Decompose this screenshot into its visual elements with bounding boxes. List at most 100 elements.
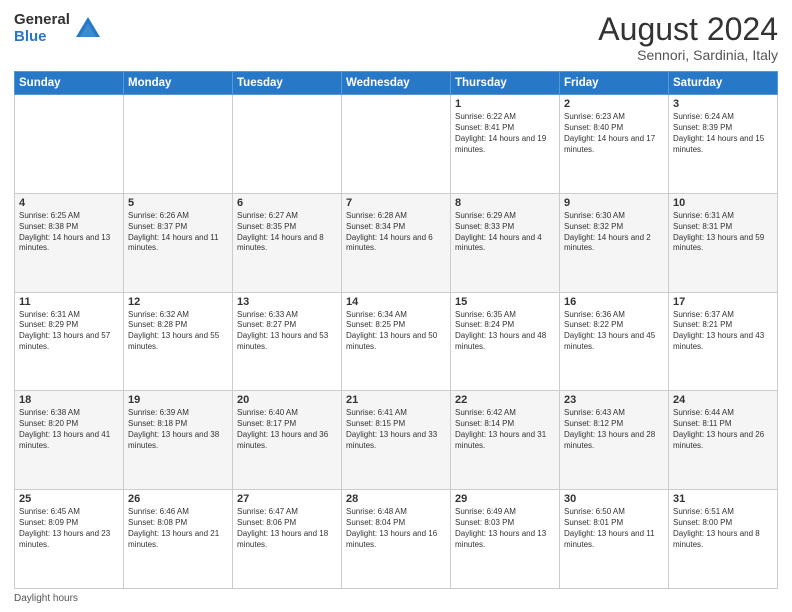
day-number: 21 [346, 394, 446, 406]
calendar-header-row: SundayMondayTuesdayWednesdayThursdayFrid… [15, 72, 778, 95]
calendar-cell: 15Sunrise: 6:35 AM Sunset: 8:24 PM Dayli… [451, 292, 560, 391]
calendar-header-tuesday: Tuesday [233, 72, 342, 95]
title-block: August 2024 Sennori, Sardinia, Italy [598, 12, 778, 63]
calendar-week-row: 18Sunrise: 6:38 AM Sunset: 8:20 PM Dayli… [15, 391, 778, 490]
day-number: 20 [237, 394, 337, 406]
day-info: Sunrise: 6:29 AM Sunset: 8:33 PM Dayligh… [455, 211, 555, 254]
day-number: 28 [346, 493, 446, 505]
header: General Blue August 2024 Sennori, Sardin… [14, 12, 778, 63]
day-number: 22 [455, 394, 555, 406]
calendar-cell: 17 Sunrise: 6:37 AM Sunset: 8:21 PM Dayli… [669, 292, 778, 391]
day-info: Sunrise: 6:39 AM Sunset: 8:18 PM Dayligh… [128, 408, 228, 451]
day-number: 27 [237, 493, 337, 505]
day-number: 31 [673, 493, 773, 505]
calendar-cell: 1 Sunrise: 6:22 AM Sunset: 8:41 PM Daylig… [451, 95, 560, 194]
calendar-cell: 25 Sunrise: 6:45 AM Sunset: 8:09 PM Dayli… [15, 490, 124, 589]
calendar-cell: 16 Sunrise: 6:36 AM Sunset: 8:22 PM Dayli… [560, 292, 669, 391]
calendar-cell: 4Sunrise: 6:25 AM Sunset: 8:38 PM Daylig… [15, 193, 124, 292]
logo-general: General [14, 12, 70, 29]
page: General Blue August 2024 Sennori, Sardin… [0, 0, 792, 612]
calendar-cell: 3 Sunrise: 6:24 AM Sunset: 8:39 PM Daylig… [669, 95, 778, 194]
day-number: 2 [564, 98, 664, 110]
calendar-header-thursday: Thursday [451, 72, 560, 95]
logo-blue: Blue [14, 29, 70, 46]
day-info: Sunrise: 6:37 AM Sunset: 8:21 PM Dayligh… [673, 310, 773, 353]
calendar-cell: 21Sunrise: 6:41 AM Sunset: 8:15 PM Dayli… [342, 391, 451, 490]
day-number: 14 [346, 296, 446, 308]
calendar-cell [342, 95, 451, 194]
day-number: 3 [673, 98, 773, 110]
calendar-cell: 24 Sunrise: 6:44 AM Sunset: 8:11 PM Dayli… [669, 391, 778, 490]
day-info: Sunrise: 6:47 AM Sunset: 8:06 PM Dayligh… [237, 507, 337, 550]
calendar-cell: 30 Sunrise: 6:50 AM Sunset: 8:01 PM Dayli… [560, 490, 669, 589]
day-info: Sunrise: 6:35 AM Sunset: 8:24 PM Dayligh… [455, 310, 555, 353]
day-info: Sunrise: 6:49 AM Sunset: 8:03 PM Dayligh… [455, 507, 555, 550]
calendar-cell: 2Sunrise: 6:23 AM Sunset: 8:40 PM Daylig… [560, 95, 669, 194]
day-info: Sunrise: 6:25 AM Sunset: 8:38 PM Dayligh… [19, 211, 119, 254]
calendar-cell: 19 Sunrise: 6:39 AM Sunset: 8:18 PM Dayli… [124, 391, 233, 490]
day-info: Sunrise: 6:27 AM Sunset: 8:35 PM Dayligh… [237, 211, 337, 254]
day-info: Sunrise: 6:48 AM Sunset: 8:04 PM Dayligh… [346, 507, 446, 550]
day-number: 24 [673, 394, 773, 406]
day-number: 6 [237, 197, 337, 209]
calendar-cell [124, 95, 233, 194]
calendar-week-row: 1 Sunrise: 6:22 AM Sunset: 8:41 PM Daylig… [15, 95, 778, 194]
day-number: 30 [564, 493, 664, 505]
calendar-cell: 27 Sunrise: 6:47 AM Sunset: 8:06 PM Dayli… [233, 490, 342, 589]
calendar-header-saturday: Saturday [669, 72, 778, 95]
calendar-week-row: 25 Sunrise: 6:45 AM Sunset: 8:09 PM Dayli… [15, 490, 778, 589]
calendar-cell: 6 Sunrise: 6:27 AM Sunset: 8:35 PM Daylig… [233, 193, 342, 292]
day-number: 11 [19, 296, 119, 308]
day-info: Sunrise: 6:51 AM Sunset: 8:00 PM Dayligh… [673, 507, 773, 550]
day-number: 12 [128, 296, 228, 308]
footer-note: Daylight hours [14, 593, 778, 604]
calendar-cell: 12 Sunrise: 6:32 AM Sunset: 8:28 PM Dayli… [124, 292, 233, 391]
main-title: August 2024 [598, 12, 778, 47]
calendar-cell [15, 95, 124, 194]
day-info: Sunrise: 6:22 AM Sunset: 8:41 PM Dayligh… [455, 112, 555, 155]
calendar-table: SundayMondayTuesdayWednesdayThursdayFrid… [14, 71, 778, 589]
calendar-cell [233, 95, 342, 194]
day-number: 1 [455, 98, 555, 110]
day-number: 7 [346, 197, 446, 209]
day-number: 16 [564, 296, 664, 308]
day-info: Sunrise: 6:40 AM Sunset: 8:17 PM Dayligh… [237, 408, 337, 451]
day-info: Sunrise: 6:45 AM Sunset: 8:09 PM Dayligh… [19, 507, 119, 550]
calendar-cell: 14Sunrise: 6:34 AM Sunset: 8:25 PM Dayli… [342, 292, 451, 391]
day-number: 17 [673, 296, 773, 308]
day-info: Sunrise: 6:24 AM Sunset: 8:39 PM Dayligh… [673, 112, 773, 155]
day-number: 29 [455, 493, 555, 505]
calendar-cell: 9Sunrise: 6:30 AM Sunset: 8:32 PM Daylig… [560, 193, 669, 292]
calendar-cell: 22Sunrise: 6:42 AM Sunset: 8:14 PM Dayli… [451, 391, 560, 490]
day-info: Sunrise: 6:50 AM Sunset: 8:01 PM Dayligh… [564, 507, 664, 550]
calendar-cell: 8 Sunrise: 6:29 AM Sunset: 8:33 PM Daylig… [451, 193, 560, 292]
day-number: 26 [128, 493, 228, 505]
calendar-cell: 5Sunrise: 6:26 AM Sunset: 8:37 PM Daylig… [124, 193, 233, 292]
calendar-cell: 29 Sunrise: 6:49 AM Sunset: 8:03 PM Dayli… [451, 490, 560, 589]
calendar-cell: 28 Sunrise: 6:48 AM Sunset: 8:04 PM Dayli… [342, 490, 451, 589]
calendar-week-row: 11Sunrise: 6:31 AM Sunset: 8:29 PM Dayli… [15, 292, 778, 391]
logo: General Blue [14, 12, 102, 45]
logo-icon [74, 15, 102, 43]
calendar-cell: 26 Sunrise: 6:46 AM Sunset: 8:08 PM Dayli… [124, 490, 233, 589]
day-info: Sunrise: 6:31 AM Sunset: 8:31 PM Dayligh… [673, 211, 773, 254]
calendar-header-wednesday: Wednesday [342, 72, 451, 95]
day-info: Sunrise: 6:44 AM Sunset: 8:11 PM Dayligh… [673, 408, 773, 451]
day-info: Sunrise: 6:46 AM Sunset: 8:08 PM Dayligh… [128, 507, 228, 550]
day-number: 13 [237, 296, 337, 308]
day-info: Sunrise: 6:32 AM Sunset: 8:28 PM Dayligh… [128, 310, 228, 353]
calendar-cell: 7Sunrise: 6:28 AM Sunset: 8:34 PM Daylig… [342, 193, 451, 292]
day-number: 25 [19, 493, 119, 505]
calendar-cell: 10 Sunrise: 6:31 AM Sunset: 8:31 PM Dayli… [669, 193, 778, 292]
calendar-cell: 20 Sunrise: 6:40 AM Sunset: 8:17 PM Dayli… [233, 391, 342, 490]
day-info: Sunrise: 6:36 AM Sunset: 8:22 PM Dayligh… [564, 310, 664, 353]
day-number: 23 [564, 394, 664, 406]
day-number: 5 [128, 197, 228, 209]
day-number: 19 [128, 394, 228, 406]
day-number: 10 [673, 197, 773, 209]
calendar-week-row: 4Sunrise: 6:25 AM Sunset: 8:38 PM Daylig… [15, 193, 778, 292]
day-info: Sunrise: 6:33 AM Sunset: 8:27 PM Dayligh… [237, 310, 337, 353]
day-number: 18 [19, 394, 119, 406]
day-number: 8 [455, 197, 555, 209]
subtitle: Sennori, Sardinia, Italy [598, 47, 778, 63]
